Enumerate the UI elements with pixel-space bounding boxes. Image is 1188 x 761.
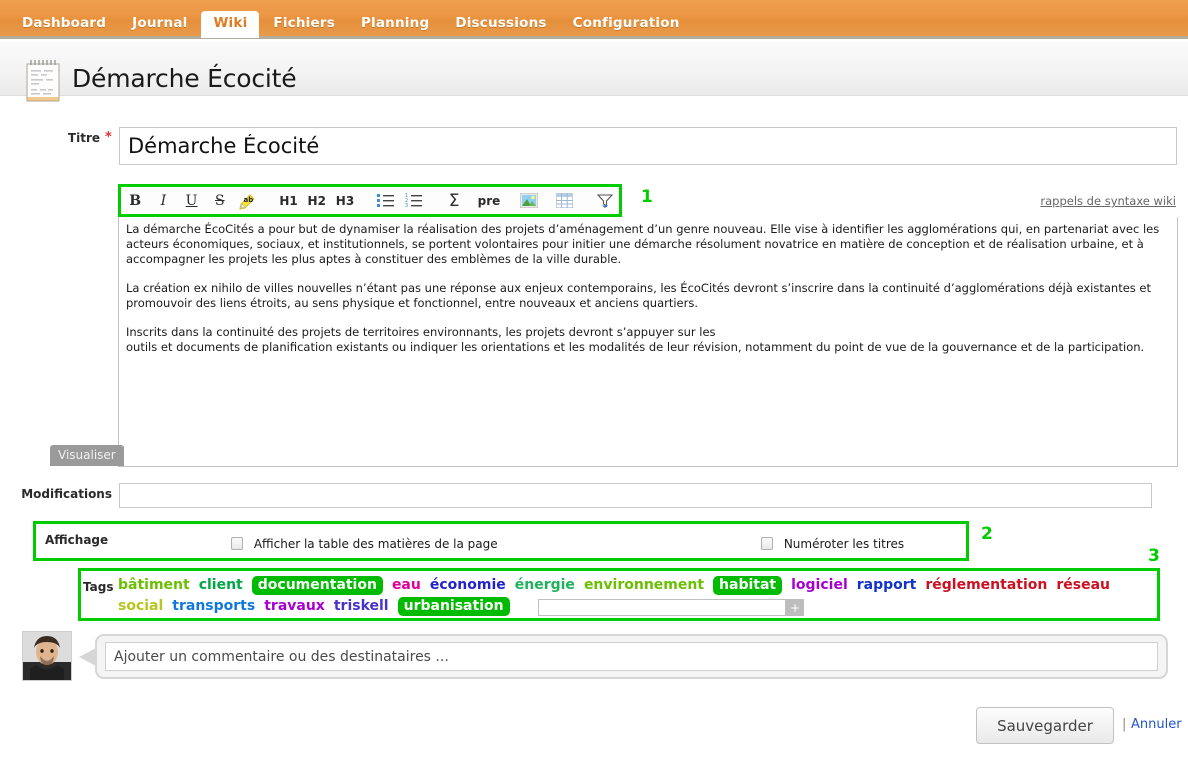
annotation-number-2: 2 [981,524,993,544]
avatar [22,631,72,681]
tag-social[interactable]: social [118,598,163,614]
svg-text:ab: ab [244,196,254,204]
titre-label: Titre [67,131,100,145]
editor-paragraph: La création ex nihilo de villes nouvelle… [126,281,1155,310]
tag-r-glementation[interactable]: réglementation [925,577,1047,593]
new-tag-input[interactable] [538,599,786,616]
notepad-icon [25,58,61,104]
nav-tab-wiki[interactable]: Wiki [201,11,260,38]
tag-habitat[interactable]: habitat [713,576,783,595]
numbered-list-icon[interactable]: 123 [400,188,428,213]
cancel-link[interactable]: Annuler [1131,717,1182,732]
tag-eau[interactable]: eau [392,577,421,593]
nav-tab-journal[interactable]: Journal [120,11,199,36]
filter-icon[interactable] [591,188,619,213]
heading-1-button[interactable]: H1 [274,188,302,213]
toc-checkbox[interactable] [231,537,243,550]
annotation-number-1: 1 [641,187,653,207]
affichage-label: Affichage [45,533,109,547]
tag-environnement[interactable]: environnement [584,577,704,593]
titre-input[interactable] [119,127,1177,165]
wiki-editor-toolbar: B I U S ab H1 H2 H3 123 Σ pre [121,187,619,214]
wiki-text-editor[interactable]: La démarche ÉcoCités a pour but de dynam… [118,217,1178,467]
comment-input[interactable] [105,642,1158,671]
comment-bubble-arrow [79,648,96,666]
number-headings-checkbox-row[interactable]: Numéroter les titres [761,537,904,551]
sigma-icon[interactable]: Σ [440,188,468,213]
tag-client[interactable]: client [199,577,243,593]
tag-travaux[interactable]: travaux [264,598,325,614]
navigation-items: Dashboard Journal Wiki Fichiers Planning Disc… [0,0,1188,38]
strikethrough-icon[interactable]: S [206,188,234,213]
nav-tab-planning[interactable]: Planning [349,11,441,36]
tags-label: Tags [83,580,114,594]
image-icon[interactable] [515,188,543,213]
bold-icon[interactable]: B [121,188,149,213]
nav-tab-discussions[interactable]: Discussions [443,11,558,36]
add-tag-button[interactable]: + [786,599,804,616]
nav-tab-fichiers[interactable]: Fichiers [261,11,347,36]
table-icon[interactable] [550,188,578,213]
heading-2-button[interactable]: H2 [303,188,331,213]
editor-paragraph: Inscrits dans la continuité des projets … [126,325,1145,354]
number-headings-checkbox[interactable] [761,537,773,550]
wiki-syntax-help-link[interactable]: rappels de syntaxe wiki [1040,194,1176,208]
toc-checkbox-label: Afficher la table des matières de la pag… [253,537,498,551]
highlight-icon[interactable]: ab [234,188,262,213]
nav-tab-dashboard[interactable]: Dashboard [10,11,118,36]
underline-icon[interactable]: U [177,188,205,213]
tag-urbanisation[interactable]: urbanisation [397,597,510,616]
heading-3-button[interactable]: H3 [331,188,359,213]
toc-checkbox-row[interactable]: Afficher la table des matières de la pag… [231,537,498,551]
modifications-input[interactable] [119,483,1152,508]
footer-separator: | [1122,717,1127,732]
modifications-label: Modifications [21,487,112,501]
annotation-number-3: 3 [1148,546,1160,566]
page-title: Démarche Écocité [72,64,297,93]
bullet-list-icon[interactable] [371,188,399,213]
tag-r-seau[interactable]: réseau [1056,577,1110,593]
required-marker: * [105,130,112,145]
tag-rapport[interactable]: rapport [857,577,917,593]
tag-b-timent[interactable]: bâtiment [118,577,190,593]
tag-logiciel[interactable]: logiciel [791,577,848,593]
editor-paragraph: La démarche ÉcoCités a pour but de dynam… [126,222,1163,266]
preview-button[interactable]: Visualiser [50,445,124,466]
italic-icon[interactable]: I [149,188,177,213]
save-button[interactable]: Sauvegarder [976,707,1114,744]
tag-triskell[interactable]: triskell [334,598,389,614]
preformatted-button[interactable]: pre [475,188,503,213]
tag-transports[interactable]: transports [172,598,255,614]
tag--conomie[interactable]: économie [430,577,506,593]
tag--nergie[interactable]: énergie [515,577,575,593]
tag-documentation[interactable]: documentation [251,576,383,595]
number-headings-checkbox-label: Numéroter les titres [783,537,905,551]
main-navigation-bar: Dashboard Journal Wiki Fichiers Planning Disc… [0,0,1188,39]
svg-text:3: 3 [405,203,408,208]
nav-tab-configuration[interactable]: Configuration [561,11,692,36]
